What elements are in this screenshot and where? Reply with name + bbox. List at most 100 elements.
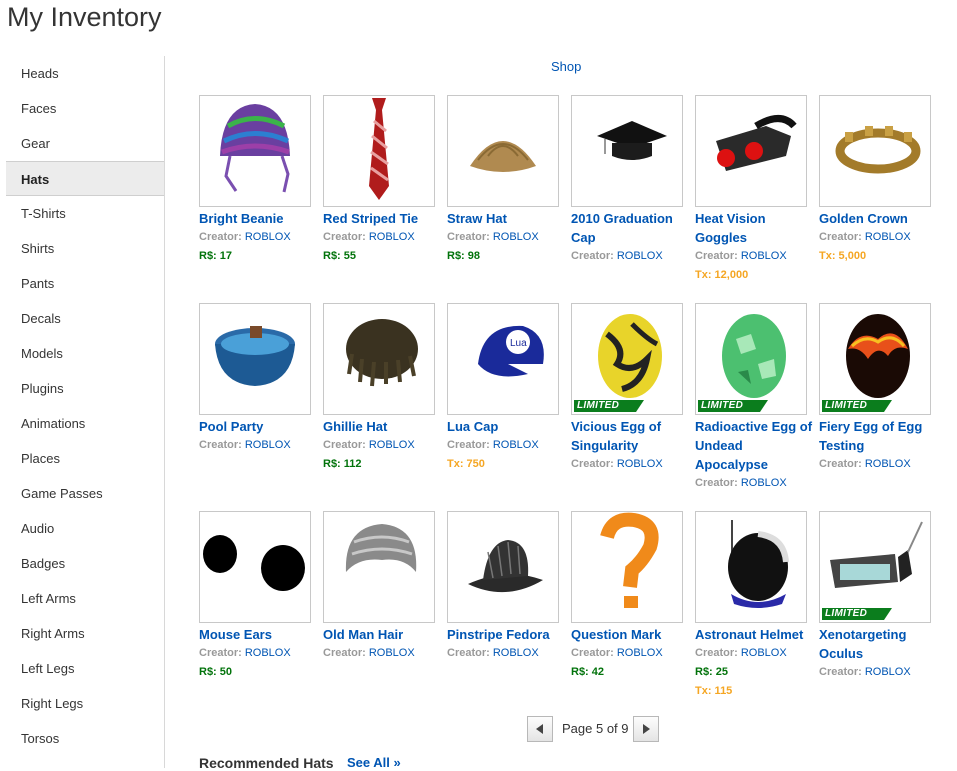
item-thumbnail[interactable]: LIMITED — [571, 303, 683, 415]
creator-link[interactable]: ROBLOX — [245, 647, 291, 659]
item-thumbnail[interactable] — [199, 511, 311, 623]
item-name[interactable]: Radioactive Egg of Undead Apocalypse — [695, 417, 813, 474]
sidebar-item-heads[interactable]: Heads — [6, 56, 164, 91]
item-price-robux: R$: 112 — [323, 458, 362, 470]
sidebar-item-t-shirts[interactable]: T-Shirts — [6, 196, 164, 231]
creator-link[interactable]: ROBLOX — [617, 458, 663, 470]
item-thumbnail[interactable]: LIMITED — [819, 303, 931, 415]
sidebar-item-torsos[interactable]: Torsos — [6, 721, 164, 756]
item-name[interactable]: Red Striped Tie — [323, 209, 441, 228]
item-thumbnail[interactable]: LIMITED — [819, 511, 931, 623]
limited-badge: LIMITED — [698, 400, 768, 412]
item-price-tix: Tx: 750 — [447, 458, 485, 470]
item-name[interactable]: Xenotargeting Oculus — [819, 625, 937, 663]
sidebar-item-label: Audio — [21, 521, 55, 536]
item-thumbnail[interactable] — [695, 511, 807, 623]
creator-link[interactable]: ROBLOX — [741, 647, 787, 659]
sidebar-item-animations[interactable]: Animations — [6, 406, 164, 441]
item-name[interactable]: Pool Party — [199, 417, 317, 436]
item-thumbnail[interactable] — [447, 95, 559, 207]
item-creator: Creator: ROBLOX — [447, 644, 567, 663]
item-thumbnail[interactable] — [199, 95, 311, 207]
sidebar-item-places[interactable]: Places — [6, 441, 164, 476]
sidebar-item-models[interactable]: Models — [6, 336, 164, 371]
hair-icon — [345, 524, 417, 572]
item-creator: Creator: ROBLOX — [323, 436, 443, 455]
item-thumbnail[interactable] — [323, 95, 435, 207]
sidebar-item-gear[interactable]: Gear — [6, 126, 164, 161]
creator-label: Creator: — [819, 666, 865, 678]
item-thumbnail[interactable] — [323, 511, 435, 623]
creator-link[interactable]: ROBLOX — [865, 231, 911, 243]
item-name[interactable]: Fiery Egg of Egg Testing — [819, 417, 937, 455]
item-thumbnail[interactable] — [819, 95, 931, 207]
creator-link[interactable]: ROBLOX — [865, 666, 911, 678]
creator-link[interactable]: ROBLOX — [493, 647, 539, 659]
item-price-tix: Tx: 5,000 — [819, 250, 867, 262]
item-name[interactable]: Golden Crown — [819, 209, 937, 228]
sidebar-item-decals[interactable]: Decals — [6, 301, 164, 336]
sidebar-item-label: Places — [21, 451, 61, 466]
item-thumbnail[interactable]: Lua — [447, 303, 559, 415]
item-price-robux: R$: 25 — [695, 666, 729, 678]
item-name[interactable]: Mouse Ears — [199, 625, 317, 644]
item-name[interactable]: Bright Beanie — [199, 209, 317, 228]
creator-link[interactable]: ROBLOX — [493, 439, 539, 451]
item-name[interactable]: Pinstripe Fedora — [447, 625, 565, 644]
item-name[interactable]: 2010 Graduation Cap — [571, 209, 689, 247]
sidebar-item-faces[interactable]: Faces — [6, 91, 164, 126]
creator-link[interactable]: ROBLOX — [865, 458, 911, 470]
item-thumbnail[interactable] — [695, 95, 807, 207]
straw-hat-icon — [470, 141, 536, 172]
next-page-button[interactable] — [633, 716, 659, 742]
sidebar-item-right-legs[interactable]: Right Legs — [6, 686, 164, 721]
creator-link[interactable]: ROBLOX — [617, 250, 663, 262]
sidebar-item-right-arms[interactable]: Right Arms — [6, 616, 164, 651]
creator-link[interactable]: ROBLOX — [369, 647, 415, 659]
sidebar-item-audio[interactable]: Audio — [6, 511, 164, 546]
sidebar-item-shirts[interactable]: Shirts — [6, 231, 164, 266]
shop-link[interactable]: Shop — [551, 59, 581, 74]
sidebar-item-label: Heads — [21, 66, 59, 81]
item-name[interactable]: Straw Hat — [447, 209, 565, 228]
creator-link[interactable]: ROBLOX — [617, 647, 663, 659]
item-name[interactable]: Old Man Hair — [323, 625, 441, 644]
creator-link[interactable]: ROBLOX — [741, 477, 787, 489]
creator-link[interactable]: ROBLOX — [493, 231, 539, 243]
sidebar-item-label: Animations — [21, 416, 86, 431]
lua-cap-icon: Lua — [478, 325, 544, 377]
item-thumbnail[interactable] — [199, 303, 311, 415]
limited-badge: LIMITED — [822, 400, 892, 412]
sidebar-item-left-arms[interactable]: Left Arms — [6, 581, 164, 616]
item-thumbnail[interactable] — [323, 303, 435, 415]
item-price-tix: Tx: 115 — [695, 685, 733, 697]
item-thumbnail[interactable] — [571, 95, 683, 207]
item-thumbnail[interactable] — [447, 511, 559, 623]
item-price-tix: Tx: 12,000 — [695, 269, 749, 281]
item-name[interactable]: Heat Vision Goggles — [695, 209, 813, 247]
sidebar-item-plugins[interactable]: Plugins — [6, 371, 164, 406]
sidebar-item-left-legs[interactable]: Left Legs — [6, 651, 164, 686]
sidebar-item-pants[interactable]: Pants — [6, 266, 164, 301]
item-thumbnail[interactable] — [571, 511, 683, 623]
item-creator: Creator: ROBLOX — [323, 228, 443, 247]
item-thumbnail[interactable]: LIMITED — [695, 303, 807, 415]
item-name[interactable]: Lua Cap — [447, 417, 565, 436]
creator-link[interactable]: ROBLOX — [741, 250, 787, 262]
creator-link[interactable]: ROBLOX — [369, 231, 415, 243]
sidebar-item-game-passes[interactable]: Game Passes — [6, 476, 164, 511]
creator-link[interactable]: ROBLOX — [245, 231, 291, 243]
limited-badge: LIMITED — [574, 400, 644, 412]
item-creator: Creator: ROBLOX — [199, 436, 319, 455]
item-name[interactable]: Ghillie Hat — [323, 417, 441, 436]
creator-link[interactable]: ROBLOX — [369, 439, 415, 451]
item-name[interactable]: Vicious Egg of Singularity — [571, 417, 689, 455]
creator-link[interactable]: ROBLOX — [245, 439, 291, 451]
item-name[interactable]: Question Mark — [571, 625, 689, 644]
arrow-right-icon — [643, 724, 650, 734]
sidebar-item-hats[interactable]: Hats — [6, 161, 164, 196]
item-name[interactable]: Astronaut Helmet — [695, 625, 813, 644]
sidebar-item-badges[interactable]: Badges — [6, 546, 164, 581]
item-creator: Creator: ROBLOX — [695, 474, 815, 493]
prev-page-button[interactable] — [527, 716, 553, 742]
